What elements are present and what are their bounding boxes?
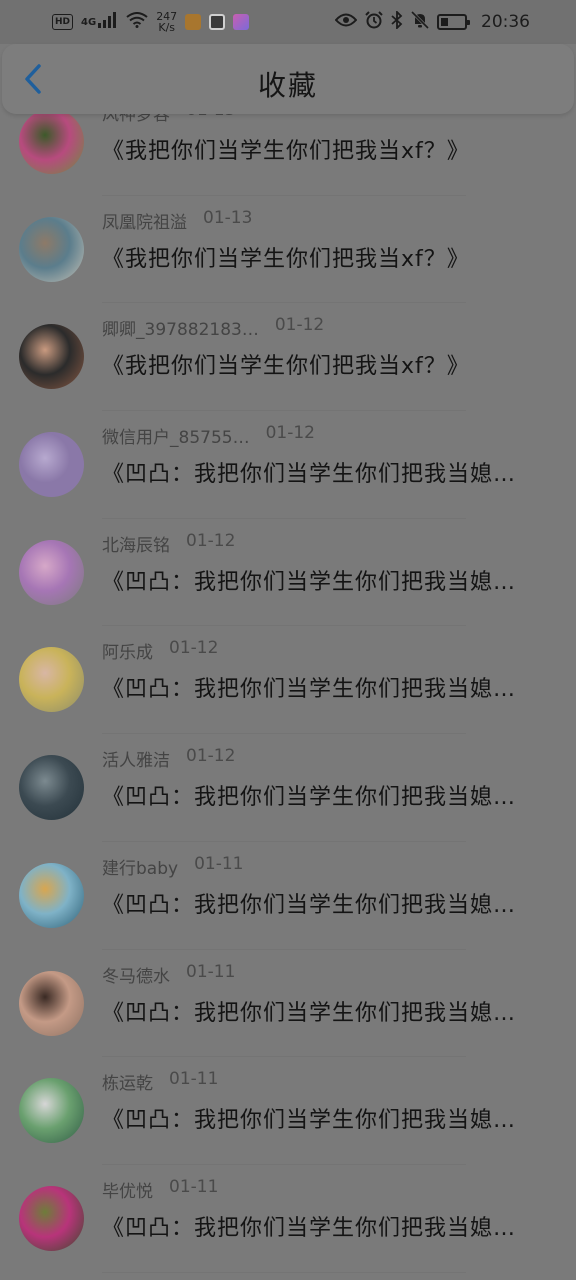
list-item[interactable]: 卿卿_397882183… 01-12 《我把你们当学生你们把我当xf？》 <box>0 303 576 412</box>
page-title: 收藏 <box>257 69 318 102</box>
avatar[interactable] <box>19 216 84 282</box>
list-item[interactable]: 阿乐成 01-12 《凹凸：我把你们当学生你们把我当媳… <box>0 626 576 735</box>
item-meta: 毕优悦 01-11 <box>102 1177 218 1202</box>
item-meta: 卿卿_397882183… 01-12 <box>102 315 324 340</box>
list-item[interactable]: 微信用户_85755… 01-12 《凹凸：我把你们当学生你们把我当媳… <box>0 411 576 519</box>
item-meta: 凤凰院祖溢 01-13 <box>102 208 252 233</box>
avatar[interactable] <box>19 1185 84 1251</box>
alarm-icon <box>365 11 383 33</box>
item-date: 01-12 <box>265 423 315 444</box>
list-item[interactable]: 栋运乾 01-11 《凹凸：我把你们当学生你们把我当媳… <box>0 1057 576 1165</box>
signal-icon <box>98 12 118 32</box>
user-name[interactable]: 建行baby <box>102 854 178 879</box>
item-date: 01-11 <box>194 853 244 874</box>
battery-icon <box>437 14 470 30</box>
wifi-icon <box>126 12 148 32</box>
eye-icon <box>334 13 358 31</box>
status-bar-right: 20:36 <box>334 9 530 33</box>
item-date: 01-12 <box>186 746 236 767</box>
item-message[interactable]: 《凹凸：我把你们当学生你们把我当媳… <box>102 779 562 811</box>
mute-icon <box>410 10 430 33</box>
item-meta: 活人雅洁 01-12 <box>102 746 235 771</box>
item-meta: 栋运乾 01-11 <box>102 1069 218 1094</box>
avatar[interactable] <box>19 539 84 605</box>
list-item[interactable]: 北海辰铭 01-12 《凹凸：我把你们当学生你们把我当媳… <box>0 519 576 627</box>
status-bar-left: HD 4G 247 K/s <box>52 11 250 33</box>
list-item[interactable]: 建行baby 01-11 《凹凸：我把你们当学生你们把我当媳… <box>0 842 576 950</box>
item-date: 01-12 <box>274 315 325 336</box>
user-name[interactable]: 凤凰院祖溢 <box>102 208 187 233</box>
avatar[interactable] <box>19 432 84 498</box>
item-message[interactable]: 《我把你们当学生你们把我当xf？》 <box>102 348 562 380</box>
user-name[interactable]: 卿卿_397882183… <box>102 315 259 340</box>
list-item[interactable]: 毕优悦 01-11 《凹凸：我把你们当学生你们把我当媳… <box>0 1165 576 1273</box>
bluetooth-icon <box>391 9 403 33</box>
item-message[interactable]: 《凹凸：我把你们当学生你们把我当媳… <box>102 564 562 596</box>
user-name[interactable]: 毕优悦 <box>102 1177 153 1202</box>
avatar[interactable] <box>19 112 84 174</box>
user-name[interactable]: 栋运乾 <box>102 1069 153 1094</box>
item-message[interactable]: 《凹凸：我把你们当学生你们把我当媳… <box>102 456 562 488</box>
item-meta: 微信用户_85755… 01-12 <box>102 423 315 448</box>
speed-unit: K/s <box>158 21 176 34</box>
network-speed: 247 K/s <box>156 11 177 33</box>
item-date: 01-12 <box>169 638 219 659</box>
item-message[interactable]: 《凹凸：我把你们当学生你们把我当媳… <box>102 995 562 1027</box>
item-meta: 建行baby 01-11 <box>102 854 243 879</box>
user-name[interactable]: 北海辰铭 <box>102 531 170 556</box>
item-message[interactable]: 《我把你们当学生你们把我当xf？》 <box>102 133 562 165</box>
user-name[interactable]: 冬马德水 <box>102 962 170 987</box>
list-item[interactable]: 活人雅洁 01-12 《凹凸：我把你们当学生你们把我当媳… <box>0 734 576 842</box>
avatar[interactable] <box>19 324 84 390</box>
avatar[interactable] <box>19 970 84 1036</box>
item-message[interactable]: 《我把你们当学生你们把我当xf？》 <box>102 241 562 273</box>
item-meta: 北海辰铭 01-12 <box>102 531 235 556</box>
item-message[interactable]: 《凹凸：我把你们当学生你们把我当媳… <box>102 1210 562 1242</box>
item-date: 01-11 <box>169 1069 219 1090</box>
avatar[interactable] <box>19 1078 84 1144</box>
item-message[interactable]: 《凹凸：我把你们当学生你们把我当媳… <box>102 887 562 919</box>
app-notification-icon <box>185 14 202 30</box>
avatar[interactable] <box>19 862 84 928</box>
user-name[interactable]: 阿乐成 <box>102 638 153 663</box>
user-name[interactable]: 微信用户_85755… <box>102 423 250 448</box>
app-notification-icon <box>209 14 226 30</box>
avatar[interactable] <box>19 755 84 821</box>
user-name[interactable]: 活人雅洁 <box>102 746 170 771</box>
list-item[interactable]: 凤凰院祖溢 01-13 《我把你们当学生你们把我当xf？》 <box>0 196 576 304</box>
item-meta: 冬马德水 01-11 <box>102 962 235 987</box>
list-item[interactable]: 风神梦容01-13《我把你们当学生你们把我当xf？》 <box>0 112 576 196</box>
item-message[interactable]: 《凹凸：我把你们当学生你们把我当媳… <box>102 1102 562 1134</box>
hd-badge: HD <box>52 14 74 30</box>
app-notification-icon <box>233 14 250 30</box>
item-date: 01-13 <box>203 207 253 228</box>
item-message[interactable]: 《凹凸：我把你们当学生你们把我当媳… <box>102 671 562 703</box>
item-date: 01-11 <box>169 1176 219 1197</box>
item-date: 01-12 <box>186 530 236 551</box>
network-type: 4G <box>81 16 97 28</box>
top-nav-bar: 收藏 <box>2 44 574 114</box>
favorites-list[interactable]: 风神梦容01-13《我把你们当学生你们把我当xf？》凤凰院祖溢 01-13 《我把你… <box>0 112 576 1280</box>
status-bar: HD 4G 247 K/s 20:36 <box>0 0 576 44</box>
item-date: 01-11 <box>186 961 236 982</box>
list-item[interactable]: 冬马德水 01-11 《凹凸：我把你们当学生你们把我当媳… <box>0 950 576 1058</box>
avatar[interactable] <box>19 647 84 713</box>
divider <box>102 1271 466 1273</box>
clock: 20:36 <box>481 12 530 32</box>
item-meta: 阿乐成 01-12 <box>102 638 218 663</box>
